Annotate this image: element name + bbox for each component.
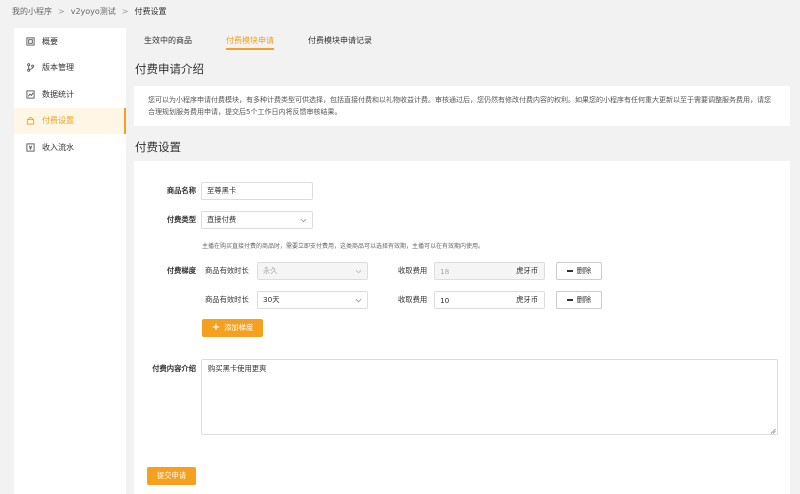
- tier-fee-input: 18 虎牙币: [434, 262, 545, 280]
- tier-delete-label: 删除: [576, 295, 592, 304]
- tier-validity-value: 30天: [263, 295, 280, 304]
- sidebar-item-overview[interactable]: 概要: [14, 28, 126, 55]
- intro-title: 付费申请介绍: [135, 62, 204, 76]
- branch-icon: [26, 63, 35, 72]
- tier-fee-label: 收取费用: [398, 295, 428, 304]
- tab-payment-application[interactable]: 付费模块申请: [216, 28, 284, 52]
- settings-title: 付费设置: [135, 140, 181, 154]
- lock-icon: [26, 116, 35, 125]
- tier-validity-label: 商品有效时长: [205, 295, 249, 304]
- tab-application-records[interactable]: 付费模块申请记录: [298, 28, 382, 52]
- chevron-down-icon: [300, 217, 307, 224]
- tier-validity-value: 永久: [263, 266, 278, 275]
- breadcrumb-item-my-apps[interactable]: 我的小程序: [12, 6, 52, 17]
- add-tier-button[interactable]: + 添加梯度: [202, 319, 263, 337]
- sidebar-item-statistics[interactable]: 数据统计: [14, 81, 126, 108]
- breadcrumb-separator: >: [58, 6, 65, 16]
- pay-type-value: 直接付费: [207, 215, 237, 224]
- content-label: 付费内容介绍: [152, 364, 196, 373]
- minus-icon: [566, 299, 573, 301]
- overview-icon: [26, 37, 35, 46]
- sidebar-item-label: 付费设置: [42, 116, 74, 126]
- chart-icon: [26, 90, 35, 99]
- intro-card: 您可以为小程序申请付费模块，有多种计费类型可供选择，包括直接付费和以礼物收益计费…: [134, 86, 790, 126]
- minus-icon: [566, 270, 573, 272]
- intro-text: 您可以为小程序申请付费模块，有多种计费类型可供选择，包括直接付费和以礼物收益计费…: [148, 96, 771, 116]
- tier-validity-select[interactable]: 30天: [257, 291, 368, 309]
- tier-validity-label: 商品有效时长: [205, 266, 249, 275]
- breadcrumb: 我的小程序 > v2yoyo测试 > 付费设置: [12, 4, 167, 18]
- tier-validity-select: 永久: [257, 262, 368, 280]
- submit-button[interactable]: 提交申请: [147, 467, 196, 485]
- sidebar-item-label: 收入流水: [42, 142, 74, 152]
- plus-icon: +: [211, 322, 221, 333]
- chevron-down-icon: [355, 268, 362, 275]
- tier-fee-unit: 虎牙币: [516, 266, 538, 275]
- sidebar-item-label: 版本管理: [42, 63, 74, 73]
- product-name-input[interactable]: 至尊黑卡: [201, 182, 313, 200]
- breadcrumb-item-app[interactable]: v2yoyo测试: [71, 6, 116, 17]
- tier-fee-value: 10: [440, 295, 450, 305]
- content-textarea[interactable]: 购买黑卡使用更爽: [201, 359, 778, 435]
- sidebar-item-payment-settings[interactable]: 付费设置: [14, 107, 126, 134]
- sidebar-item-income[interactable]: 收入流水: [14, 134, 126, 161]
- pay-type-hint: 主播在购买直接付费的商品时，需要立即支付费用，这类商品可以选择有效期，主播可以在…: [202, 243, 485, 250]
- tier-label: 付费梯度: [166, 266, 196, 275]
- tier-fee-label: 收取费用: [398, 266, 428, 275]
- tier-fee-unit: 虎牙币: [516, 295, 538, 304]
- sidebar-item-label: 概要: [42, 36, 58, 46]
- sidebar-item-label: 数据统计: [42, 89, 74, 99]
- sidebar: 概要 版本管理 数据统计 付费设置 收入流水: [14, 28, 126, 494]
- tier-fee-input[interactable]: 10 虎牙币: [434, 291, 545, 309]
- tier-fee-value: 18: [440, 266, 450, 276]
- sidebar-item-version[interactable]: 版本管理: [14, 55, 126, 82]
- product-name-label: 商品名称: [166, 186, 196, 195]
- content-value: 购买黑卡使用更爽: [208, 364, 267, 373]
- tier-delete-button[interactable]: 删除: [556, 262, 602, 280]
- tab-bar: 生效中的商品 付费模块申请 付费模块申请记录: [134, 28, 790, 52]
- tab-active-products[interactable]: 生效中的商品: [134, 28, 202, 52]
- tier-delete-label: 删除: [576, 266, 592, 275]
- chevron-down-icon: [355, 297, 362, 304]
- income-icon: [26, 143, 35, 152]
- resize-handle-icon[interactable]: [770, 427, 776, 434]
- breadcrumb-separator: >: [121, 6, 129, 16]
- pay-type-label: 付费类型: [166, 215, 196, 224]
- tier-delete-button[interactable]: 删除: [556, 291, 602, 309]
- breadcrumb-item-current: 付费设置: [134, 6, 167, 16]
- add-tier-label: 添加梯度: [224, 323, 254, 332]
- pay-type-select[interactable]: 直接付费: [201, 211, 313, 229]
